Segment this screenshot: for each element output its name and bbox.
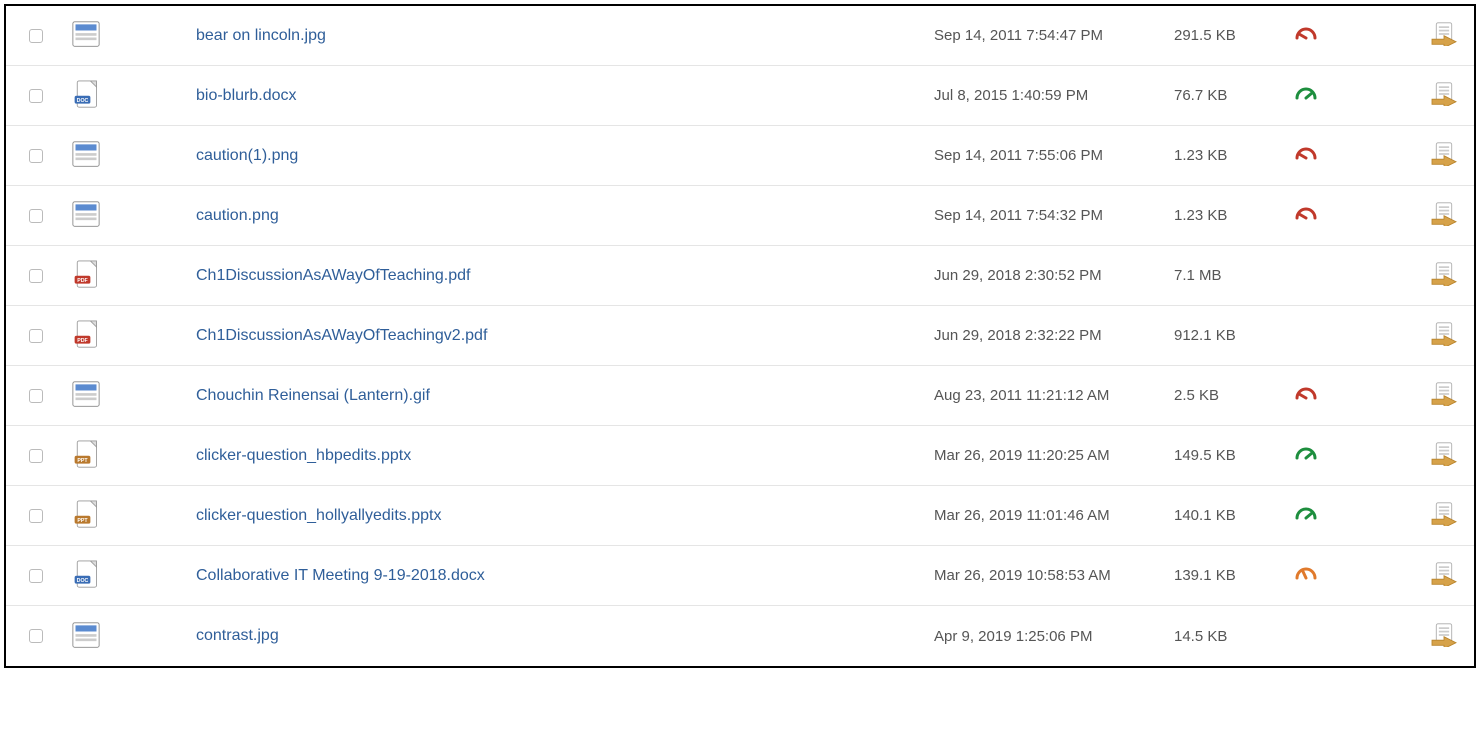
file-row: Ch1DiscussionAsAWayOfTeachingv2.pdf Jun 2…	[6, 306, 1474, 366]
file-name-link[interactable]: bear on lincoln.jpg	[196, 27, 326, 44]
file-size: 140.1 KB	[1174, 507, 1294, 524]
file-size: 291.5 KB	[1174, 27, 1294, 44]
file-size: 912.1 KB	[1174, 327, 1294, 344]
file-modified: Jun 29, 2018 2:30:52 PM	[934, 267, 1174, 284]
file-modified: Sep 14, 2011 7:54:32 PM	[934, 207, 1174, 224]
file-name-link[interactable]: caution(1).png	[196, 147, 298, 164]
alternative-formats-icon[interactable]	[1430, 502, 1458, 529]
file-row: bio-blurb.docx Jul 8, 2015 1:40:59 PM76.7…	[6, 66, 1474, 126]
file-name-link[interactable]: bio-blurb.docx	[196, 87, 297, 104]
file-row: Collaborative IT Meeting 9-19-2018.docx M…	[6, 546, 1474, 606]
image-file-icon	[72, 200, 100, 231]
alternative-formats-icon[interactable]	[1430, 22, 1458, 49]
file-modified: Sep 14, 2011 7:55:06 PM	[934, 147, 1174, 164]
row-checkbox[interactable]	[29, 29, 43, 43]
file-name-link[interactable]: Chouchin Reinensai (Lantern).gif	[196, 387, 430, 404]
accessibility-gauge-icon[interactable]	[1294, 22, 1318, 49]
pdf-file-icon	[72, 320, 100, 351]
pptx-file-icon	[72, 440, 100, 471]
file-size: 149.5 KB	[1174, 447, 1294, 464]
file-name-link[interactable]: Ch1DiscussionAsAWayOfTeachingv2.pdf	[196, 327, 487, 344]
alternative-formats-icon[interactable]	[1430, 262, 1458, 289]
docx-file-icon	[72, 80, 100, 111]
alternative-formats-icon[interactable]	[1430, 322, 1458, 349]
image-file-icon	[72, 140, 100, 171]
file-modified: Apr 9, 2019 1:25:06 PM	[934, 628, 1174, 645]
file-modified: Mar 26, 2019 10:58:53 AM	[934, 567, 1174, 584]
row-checkbox[interactable]	[29, 209, 43, 223]
file-row: clicker-question_hbpedits.pptx Mar 26, 20…	[6, 426, 1474, 486]
row-checkbox[interactable]	[29, 509, 43, 523]
row-checkbox[interactable]	[29, 389, 43, 403]
accessibility-gauge-icon[interactable]	[1294, 442, 1318, 469]
file-size: 7.1 MB	[1174, 267, 1294, 284]
accessibility-gauge-icon[interactable]	[1294, 562, 1318, 589]
file-size: 2.5 KB	[1174, 387, 1294, 404]
row-checkbox[interactable]	[29, 449, 43, 463]
row-checkbox[interactable]	[29, 269, 43, 283]
row-checkbox[interactable]	[29, 569, 43, 583]
file-row: Chouchin Reinensai (Lantern).gif Aug 23, …	[6, 366, 1474, 426]
accessibility-gauge-icon[interactable]	[1294, 202, 1318, 229]
file-row: bear on lincoln.jpg Sep 14, 2011 7:54:47 …	[6, 6, 1474, 66]
file-modified: Mar 26, 2019 11:01:46 AM	[934, 507, 1174, 524]
file-row: contrast.jpg Apr 9, 2019 1:25:06 PM14.5 K…	[6, 606, 1474, 666]
file-name-link[interactable]: caution.png	[196, 207, 279, 224]
row-checkbox[interactable]	[29, 329, 43, 343]
file-row: caution.png Sep 14, 2011 7:54:32 PM1.23 K…	[6, 186, 1474, 246]
pdf-file-icon	[72, 260, 100, 291]
alternative-formats-icon[interactable]	[1430, 382, 1458, 409]
row-checkbox[interactable]	[29, 149, 43, 163]
file-row: Ch1DiscussionAsAWayOfTeaching.pdf Jun 29,…	[6, 246, 1474, 306]
file-modified: Sep 14, 2011 7:54:47 PM	[934, 27, 1174, 44]
file-name-link[interactable]: clicker-question_hollyallyedits.pptx	[196, 507, 441, 524]
file-name-link[interactable]: clicker-question_hbpedits.pptx	[196, 447, 411, 464]
alternative-formats-icon[interactable]	[1430, 442, 1458, 469]
file-size: 1.23 KB	[1174, 207, 1294, 224]
file-size: 14.5 KB	[1174, 628, 1294, 645]
file-modified: Jul 8, 2015 1:40:59 PM	[934, 87, 1174, 104]
alternative-formats-icon[interactable]	[1430, 142, 1458, 169]
file-row: caution(1).png Sep 14, 2011 7:55:06 PM1.2…	[6, 126, 1474, 186]
file-modified: Jun 29, 2018 2:32:22 PM	[934, 327, 1174, 344]
alternative-formats-icon[interactable]	[1430, 623, 1458, 650]
file-size: 76.7 KB	[1174, 87, 1294, 104]
alternative-formats-icon[interactable]	[1430, 82, 1458, 109]
accessibility-gauge-icon[interactable]	[1294, 502, 1318, 529]
image-file-icon	[72, 20, 100, 51]
file-row: clicker-question_hollyallyedits.pptx Mar …	[6, 486, 1474, 546]
file-modified: Mar 26, 2019 11:20:25 AM	[934, 447, 1174, 464]
file-list-panel: bear on lincoln.jpg Sep 14, 2011 7:54:47 …	[4, 4, 1476, 668]
image-file-icon	[72, 621, 100, 652]
accessibility-gauge-icon[interactable]	[1294, 142, 1318, 169]
docx-file-icon	[72, 560, 100, 591]
file-size: 139.1 KB	[1174, 567, 1294, 584]
file-name-link[interactable]: Ch1DiscussionAsAWayOfTeaching.pdf	[196, 267, 471, 284]
row-checkbox[interactable]	[29, 89, 43, 103]
file-name-link[interactable]: contrast.jpg	[196, 627, 279, 644]
row-checkbox[interactable]	[29, 629, 43, 643]
alternative-formats-icon[interactable]	[1430, 562, 1458, 589]
file-modified: Aug 23, 2011 11:21:12 AM	[934, 387, 1174, 404]
file-name-link[interactable]: Collaborative IT Meeting 9-19-2018.docx	[196, 567, 485, 584]
pptx-file-icon	[72, 500, 100, 531]
file-size: 1.23 KB	[1174, 147, 1294, 164]
image-file-icon	[72, 380, 100, 411]
alternative-formats-icon[interactable]	[1430, 202, 1458, 229]
accessibility-gauge-icon[interactable]	[1294, 382, 1318, 409]
accessibility-gauge-icon[interactable]	[1294, 82, 1318, 109]
